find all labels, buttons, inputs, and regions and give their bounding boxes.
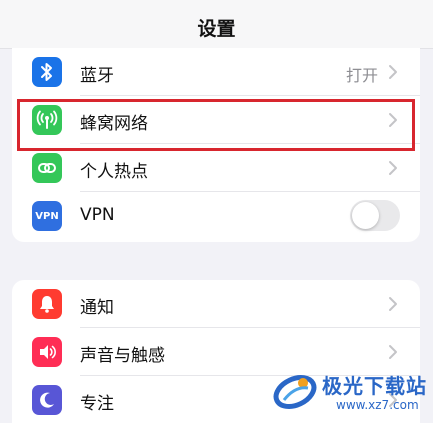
chevron-right-icon xyxy=(389,113,397,127)
toggle-knob xyxy=(352,202,379,229)
settings-row-notifications[interactable]: 通知 xyxy=(12,280,420,328)
settings-row-label: 通知 xyxy=(80,298,114,318)
settings-row-cellular[interactable]: 蜂窝网络 xyxy=(12,96,420,144)
settings-row-bluetooth[interactable]: 蓝牙 打开 xyxy=(12,48,420,96)
moon-icon xyxy=(32,385,62,415)
settings-row-label: 蜂窝网络 xyxy=(80,114,148,134)
vpn-toggle[interactable] xyxy=(350,200,400,231)
chevron-right-icon xyxy=(389,161,397,175)
vpn-icon: VPN xyxy=(32,201,62,231)
settings-row-label: 蓝牙 xyxy=(80,66,114,86)
chevron-right-icon xyxy=(389,345,397,359)
speaker-icon xyxy=(32,337,62,367)
chevron-right-icon xyxy=(389,65,397,79)
bluetooth-icon xyxy=(32,57,62,87)
hotspot-icon xyxy=(32,153,62,183)
settings-row-label: 声音与触感 xyxy=(80,346,165,366)
notification-bell-icon xyxy=(32,289,62,319)
watermark-logo-icon xyxy=(273,374,317,410)
settings-group-connectivity: 蓝牙 打开 蜂窝网络 个人热点 VPN VPN xyxy=(12,48,420,242)
chevron-right-icon xyxy=(389,297,397,311)
watermark-text: 极光下载站 xyxy=(322,374,427,398)
settings-row-label: VPN xyxy=(80,205,115,225)
settings-row-personal-hotspot[interactable]: 个人热点 xyxy=(12,144,420,192)
watermark-url: www.xz7.com xyxy=(336,398,419,412)
settings-row-label: 个人热点 xyxy=(80,162,148,182)
navigation-bar: 设置 xyxy=(0,0,433,49)
bluetooth-status-value: 打开 xyxy=(345,66,378,85)
antenna-icon xyxy=(32,105,62,135)
watermark: 极光下载站 www.xz7.com xyxy=(270,362,430,422)
settings-row-label: 专注 xyxy=(80,394,114,414)
settings-row-vpn[interactable]: VPN VPN xyxy=(12,192,420,240)
page-title: 设置 xyxy=(197,18,236,40)
